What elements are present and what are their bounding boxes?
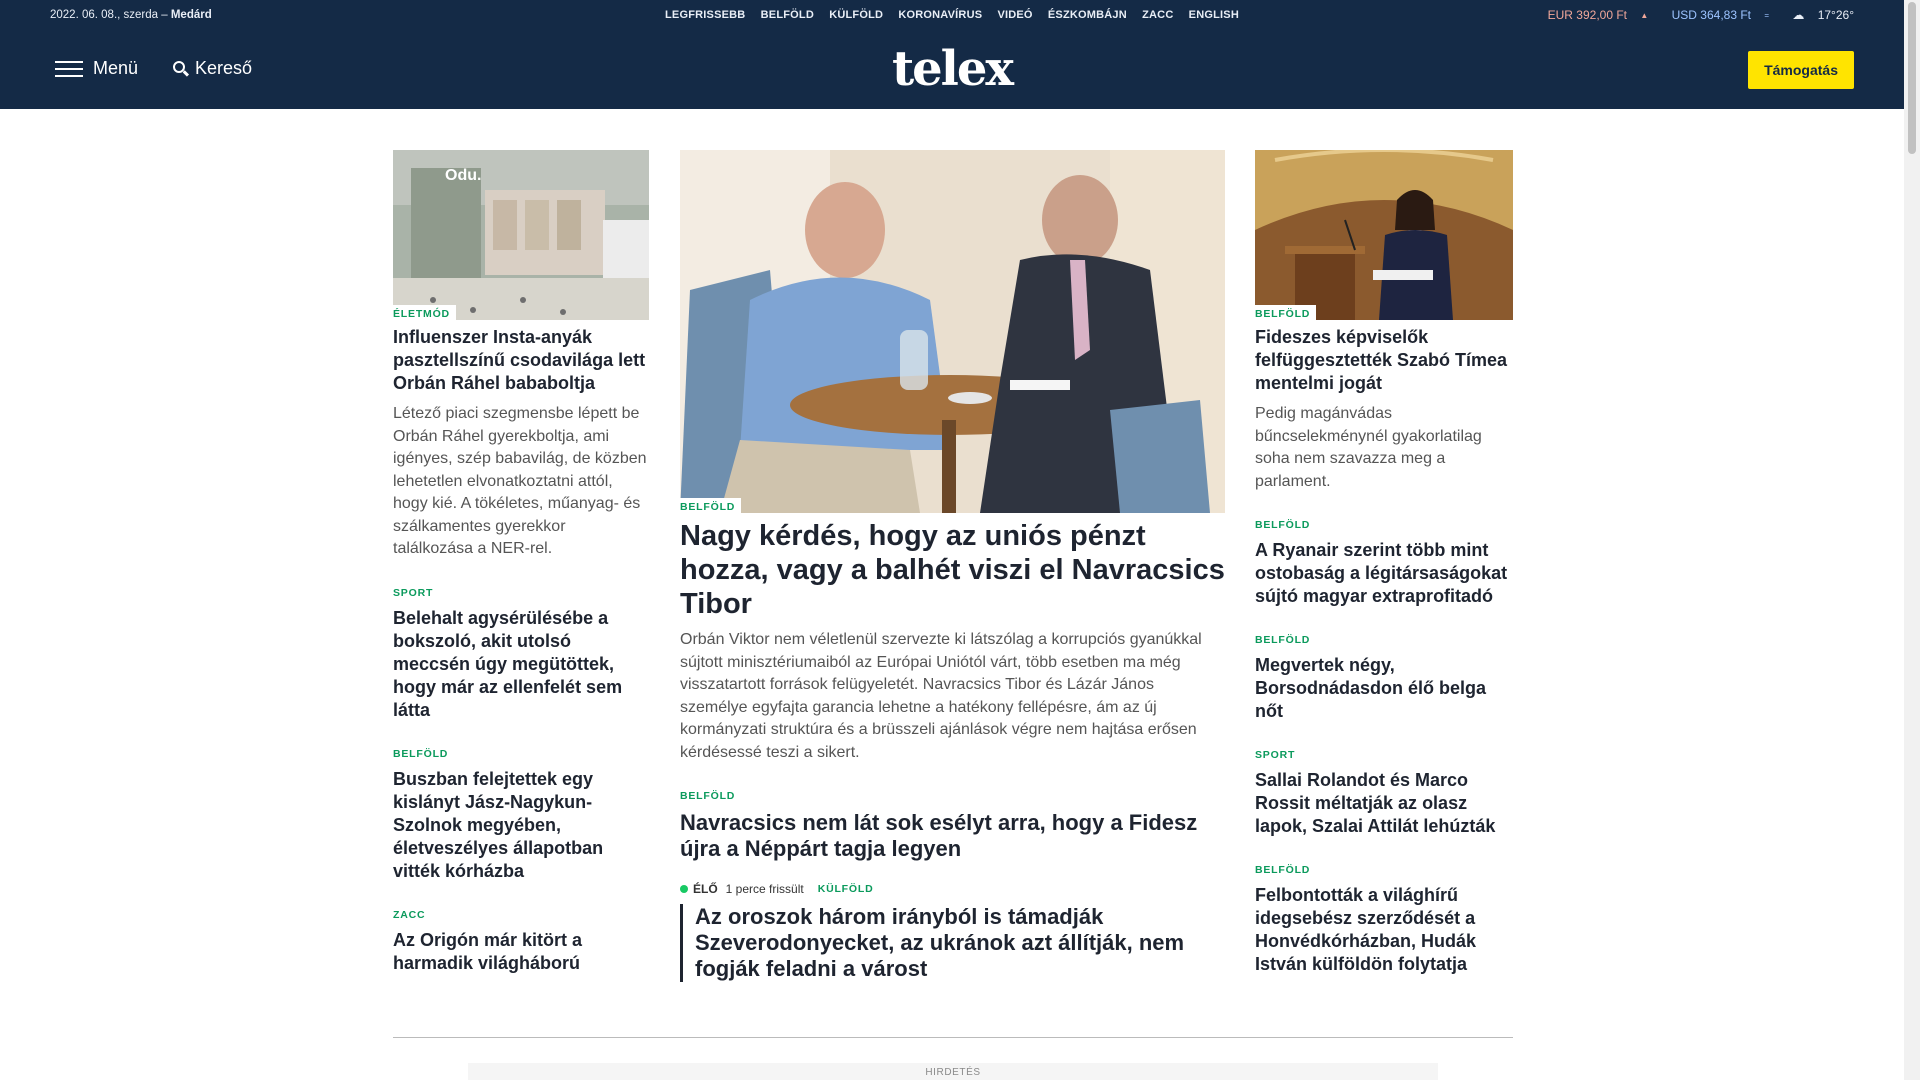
left-column: Odu. ÉLETMÓD Influenszer Insta-anyák pas… (393, 150, 649, 975)
category-label[interactable]: BELFÖLD (1255, 631, 1317, 647)
eur-rate-value: EUR 392,00 Ft (1547, 8, 1628, 22)
parliament-photo (1255, 150, 1513, 320)
top-bar: 2022. 06. 08., szerda – Medárd LEGFRISSE… (0, 0, 1904, 31)
nav-link-video[interactable]: VIDEÓ (997, 9, 1032, 21)
article-card[interactable]: BELFÖLD A Ryanair szerint több mint osto… (1255, 515, 1513, 608)
category-label[interactable]: BELFÖLD (1255, 861, 1317, 877)
category-label[interactable]: BELFÖLD (680, 787, 742, 803)
nav-link-zacc[interactable]: ZACC (1142, 9, 1173, 21)
live-dot-icon (680, 885, 688, 893)
article-lead: Létező piaci szegmensbe lépett be Orbán … (393, 405, 647, 557)
category-label[interactable]: KÜLFÖLD (818, 883, 874, 895)
category-label[interactable]: BELFÖLD (1255, 305, 1317, 320)
article-title[interactable]: Buszban felejtettek egy kislányt Jász-Na… (393, 768, 649, 883)
ad-placeholder: HIRDETÉS (468, 1063, 1438, 1080)
nav-link-kulfold[interactable]: KÜLFÖLD (829, 9, 883, 21)
article-image[interactable]: BELFÖLD (1255, 150, 1513, 320)
weather[interactable]: ☁ 17°26° (1782, 8, 1854, 22)
usd-rate[interactable]: USD 364,83 Ft = (1662, 8, 1769, 22)
store-photo: Odu. (393, 150, 649, 320)
article-title[interactable]: Fideszes képviselők felfüggesztették Sza… (1255, 326, 1513, 395)
article-title[interactable]: Sallai Rolandot és Marco Rossit méltatjá… (1255, 769, 1513, 838)
article-lead: Pedig magánvádas bűncselekménynél gyakor… (1255, 405, 1482, 490)
article-card[interactable]: ZACC Az Origón már kitört a harmadik vil… (393, 905, 649, 975)
article-card[interactable]: BELFÖLD Fideszes képviselők felfüggeszte… (1255, 150, 1513, 493)
article-card[interactable]: BELFÖLD Felbontották a világhírű idegseb… (1255, 860, 1513, 976)
article-title[interactable]: A Ryanair szerint több mint ostobaság a … (1255, 539, 1513, 608)
live-article[interactable]: ÉLŐ 1 perce frissült KÜLFÖLD Az oroszok … (680, 882, 1225, 982)
article-title[interactable]: Az Origón már kitört a harmadik világháb… (393, 929, 649, 975)
nav-link-koronavirus[interactable]: KORONAVÍRUS (898, 9, 982, 21)
live-label: ÉLŐ (693, 882, 718, 896)
usd-rate-value: USD 364,83 Ft (1671, 8, 1751, 22)
article-card[interactable]: SPORT Sallai Rolandot és Marco Rossit mé… (1255, 745, 1513, 838)
article-card[interactable]: SPORT Belehalt agysérülésébe a bokszoló,… (393, 583, 649, 722)
lead-article-title[interactable]: Nagy kérdés, hogy az uniós pénzt hozza, … (680, 519, 1225, 621)
main-column: BELFÖLD Nagy kérdés, hogy az uniós pénzt… (680, 150, 1225, 982)
ad-label: HIRDETÉS (925, 1067, 981, 1078)
eur-rate[interactable]: EUR 392,00 Ft ▲ (1538, 8, 1649, 22)
section-divider (393, 1037, 1513, 1038)
site-header: Menü Kereső telex Támogatás (0, 31, 1904, 109)
lead-article-lead: Orbán Viktor nem véletlenül szervezte ki… (680, 631, 1202, 761)
live-meta: ÉLŐ 1 perce frissült KÜLFÖLD (680, 882, 1225, 896)
lead-article-image[interactable]: BELFÖLD (680, 150, 1225, 513)
category-label[interactable]: ZACC (393, 905, 432, 922)
nav-link-legfrissebb[interactable]: LEGFRISSEBB (665, 9, 745, 21)
nav-link-english[interactable]: ENGLISH (1189, 9, 1239, 21)
nav-link-eszkombajn[interactable]: ÉSZKOMBÁJN (1048, 9, 1127, 21)
category-label[interactable]: BELFÖLD (680, 498, 742, 513)
nav-link-belfold[interactable]: BELFÖLD (761, 9, 814, 21)
live-updated-time: 1 perce frissült (725, 882, 804, 896)
article-card[interactable]: BELFÖLD Buszban felejtettek egy kislányt… (393, 744, 649, 883)
live-article-title[interactable]: Az oroszok három irányból is támadják Sz… (680, 904, 1225, 982)
article-title[interactable]: Navracsics nem lát sok esélyt arra, hogy… (680, 810, 1225, 862)
exchange-rates: EUR 392,00 Ft ▲ USD 364,83 Ft = ☁ 17°26° (1528, 8, 1854, 22)
arrow-up-icon: ▲ (1640, 11, 1649, 20)
meeting-photo (680, 150, 1225, 513)
article-card[interactable]: BELFÖLD Navracsics nem lát sok esélyt ar… (680, 786, 1225, 862)
article-title[interactable]: Felbontották a világhírű idegsebész szer… (1255, 884, 1513, 976)
store-sign: Odu. (445, 167, 481, 184)
lead-article[interactable]: BELFÖLD Nagy kérdés, hogy az uniós pénzt… (680, 150, 1225, 764)
equal-icon: = (1764, 11, 1770, 20)
category-label[interactable]: SPORT (393, 583, 440, 600)
weather-temp: 17°26° (1817, 8, 1854, 22)
article-title[interactable]: Influenszer Insta-anyák pasztellszínű cs… (393, 326, 649, 395)
page-scrollbar[interactable] (1904, 0, 1920, 1080)
article-card[interactable]: Odu. ÉLETMÓD Influenszer Insta-anyák pas… (393, 150, 649, 561)
site-logo[interactable]: telex (0, 41, 1904, 97)
support-button[interactable]: Támogatás (1748, 51, 1854, 89)
article-image[interactable]: Odu. ÉLETMÓD (393, 150, 649, 320)
scrollbar-thumb[interactable] (1908, 2, 1916, 154)
category-label[interactable]: BELFÖLD (393, 744, 455, 761)
category-label[interactable]: SPORT (1255, 746, 1302, 762)
article-title[interactable]: Megvertek négy, Borsodnádasdon élő belga… (1255, 654, 1513, 723)
cloud-icon: ☁ (1792, 8, 1805, 22)
category-label[interactable]: ÉLETMÓD (393, 305, 456, 320)
article-card[interactable]: BELFÖLD Megvertek négy, Borsodnádasdon é… (1255, 630, 1513, 723)
category-label[interactable]: BELFÖLD (1255, 516, 1317, 532)
right-column: BELFÖLD Fideszes képviselők felfüggeszte… (1255, 150, 1513, 976)
article-title[interactable]: Belehalt agysérülésébe a bokszoló, akit … (393, 607, 649, 722)
